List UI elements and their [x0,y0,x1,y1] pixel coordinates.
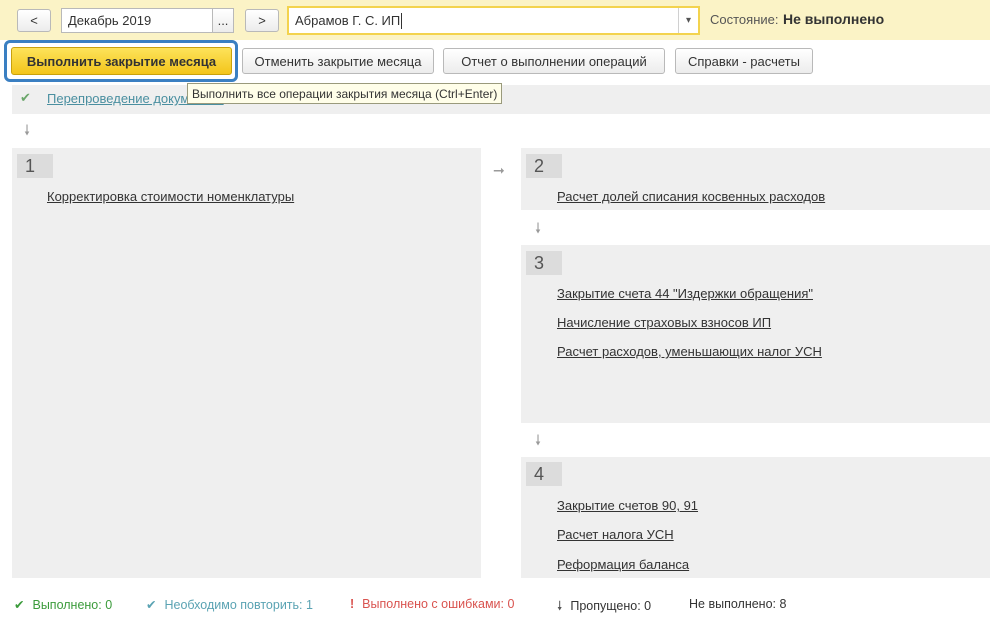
legend-repeat: ✔ Необходимо повторить: 1 [146,597,313,612]
legend-skipped-label: Пропущено: 0 [570,599,652,613]
period-field[interactable]: Декабрь 2019 [61,8,213,33]
cancel-close-month-button[interactable]: Отменить закрытие месяца [242,48,434,74]
stage-number: 4 [526,462,562,486]
status-value: Не выполнено [783,11,885,27]
operation-link[interactable]: Расчет долей списания косвенных расходов [557,189,825,204]
exclamation-icon: ! [350,597,355,611]
operations-report-button[interactable]: Отчет о выполнении операций [443,48,665,74]
organization-value: Абрамов Г. С. ИП [295,13,401,28]
arrow-down-icon: 🠗 [535,432,542,448]
arrow-down-icon: 🠗 [24,122,31,138]
organization-field[interactable]: Абрамов Г. С. ИП [287,6,700,35]
operation-link[interactable]: Расчет расходов, уменьшающих налог УСН [557,344,822,359]
legend-repeat-label: Необходимо повторить: 1 [164,598,313,612]
text-cursor [401,12,403,29]
stage-number: 1 [17,154,53,178]
check-icon: ✔ [146,598,157,612]
legend-done-label: Выполнено: 0 [32,598,113,612]
run-close-month-button[interactable]: Выполнить закрытие месяца [11,47,232,75]
stage-panel-1 [12,148,481,578]
legend-done: ✔ Выполнено: 0 [14,597,112,612]
check-icon: ✔ [14,598,25,612]
arrow-down-icon: 🠗 [535,220,542,236]
operation-link[interactable]: Закрытие счетов 90, 91 [557,498,698,513]
reports-calculations-button[interactable]: Справки - расчеты [675,48,813,74]
legend-not-done-label: Не выполнено: 8 [689,597,787,611]
legend-errors-label: Выполнено с ошибками: 0 [362,597,515,611]
organization-dropdown-icon[interactable]: ▾ [678,8,698,33]
arrow-right-icon: ➞ [493,162,505,178]
operation-link[interactable]: Корректировка стоимости номенклатуры [47,189,294,204]
next-period-button[interactable]: > [245,9,279,32]
arrow-down-icon: 🠗 [557,599,563,613]
prev-period-button[interactable]: < [17,9,51,32]
legend-skipped: 🠗 Пропущено: 0 [557,597,651,618]
stage-number: 3 [526,251,562,275]
tooltip: Выполнить все операции закрытия месяца (… [187,83,503,104]
stage-panel-3 [521,245,990,423]
operation-link[interactable]: Расчет налога УСН [557,527,674,542]
stage-number: 2 [526,154,562,178]
operation-link[interactable]: Закрытие счета 44 "Издержки обращения" [557,286,813,301]
operation-link[interactable]: Начисление страховых взносов ИП [557,315,771,330]
status-label: Состояние: [710,12,779,27]
period-picker-button[interactable]: ... [212,8,234,33]
operation-link[interactable]: Реформация баланса [557,557,689,572]
check-icon: ✔ [20,90,31,105]
legend-errors: ! Выполнено с ошибками: 0 [350,597,514,611]
legend-not-done: Не выполнено: 8 [689,597,786,611]
